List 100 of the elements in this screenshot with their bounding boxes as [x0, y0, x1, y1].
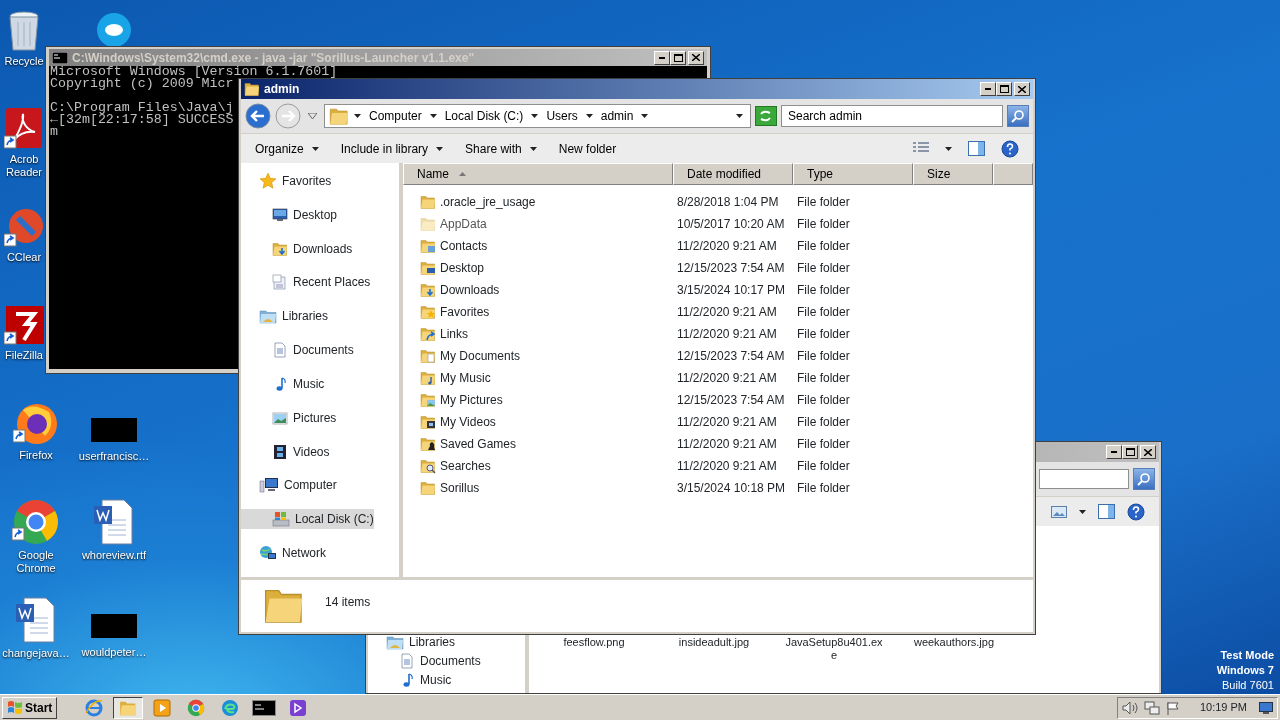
minimize-button[interactable] [1106, 445, 1122, 459]
nav-item[interactable]: Music [368, 670, 525, 689]
file-name[interactable]: feesflow.png [534, 636, 654, 693]
search-button[interactable] [1007, 105, 1029, 127]
browser-icon [187, 698, 206, 717]
minimize-button[interactable] [654, 50, 670, 65]
file-name[interactable]: JavaSetup8u401.exe [774, 636, 894, 693]
desktop-shortcut[interactable]: Google Chrome [0, 494, 72, 592]
search-field[interactable]: Search admin [781, 105, 1003, 127]
nav-item[interactable]: Favorites [241, 171, 332, 191]
table-cell-text: File folder [796, 194, 851, 211]
search-icon [1137, 472, 1151, 486]
nav-item[interactable]: Documents [368, 651, 525, 670]
document-icon [399, 652, 415, 669]
nav-item[interactable]: Desktop [241, 204, 338, 225]
desktop-shortcut[interactable]: FileZilla [4, 298, 44, 396]
breadcrumb[interactable]: Computer [366, 107, 425, 125]
nav-item[interactable]: Libraries [368, 632, 525, 651]
breadcrumb[interactable]: admin [597, 107, 637, 125]
desktop-shortcut[interactable]: userfrancisc… [76, 396, 152, 494]
nav-item[interactable]: Network [241, 543, 326, 564]
caret-icon [436, 146, 444, 151]
close-button[interactable] [1014, 82, 1030, 96]
file-name[interactable]: weekauthors.jpg [894, 636, 1014, 693]
breadcrumb[interactable]: Local Disk (C:) [441, 107, 527, 125]
desktop-shortcut[interactable]: CClear [4, 200, 44, 298]
desktop-shortcut[interactable]: Firefox [0, 396, 72, 494]
file-name-cell[interactable]: Saved Games [403, 435, 673, 453]
toolbar-button[interactable]: Organize [247, 136, 327, 161]
view-icon [1051, 505, 1067, 518]
file-name-cell[interactable]: Links [403, 325, 673, 343]
close-button[interactable] [688, 50, 704, 65]
monitor-icon [1259, 702, 1273, 715]
caret-icon [308, 113, 317, 119]
maximize-button[interactable] [1122, 445, 1138, 459]
nav-item[interactable]: Videos [241, 441, 330, 462]
caret-icon [354, 114, 361, 118]
toolbar-button[interactable]: Include in library [332, 136, 452, 161]
library-icon [386, 633, 404, 650]
file-name-cell[interactable]: AppData [403, 215, 673, 233]
breadcrumb-caret[interactable] [351, 114, 364, 118]
nav-item[interactable]: Documents [241, 340, 354, 361]
toolbar-button[interactable]: Share with [457, 136, 545, 161]
nav-item[interactable]: Local Disk (C:) [241, 509, 374, 530]
nav-item[interactable]: Libraries [241, 306, 329, 327]
address-dropdown-button[interactable] [733, 114, 746, 118]
browser-icon [85, 698, 104, 717]
minimize-button[interactable] [980, 82, 996, 96]
search-field[interactable] [1039, 469, 1129, 489]
table-cell-text: 3/15/2024 10:18 PM [676, 480, 787, 497]
nav-item[interactable]: Computer [241, 475, 337, 496]
monitor-icon [272, 206, 288, 223]
nav-item[interactable]: Downloads [241, 238, 353, 259]
recent-pages-button[interactable] [305, 113, 320, 119]
file-name-cell[interactable]: Sorillus [403, 479, 673, 497]
nav-item[interactable]: Music [241, 373, 325, 394]
file-name-cell[interactable]: My Videos [403, 413, 673, 431]
nav-item[interactable]: Recent Places [241, 272, 371, 293]
file-name-cell[interactable]: My Pictures [403, 391, 673, 409]
file-name-cell[interactable]: Searches [403, 457, 673, 475]
table-cell-text: 12/15/2023 7:54 AM [676, 392, 786, 409]
table-cell-text: File folder [796, 436, 851, 453]
desktop-shortcut[interactable]: Acrob Reader [4, 102, 44, 200]
document-icon [272, 342, 288, 359]
file-name-cell[interactable]: My Music [403, 369, 673, 387]
file-name-cell[interactable]: Favorites [403, 303, 673, 321]
start-button[interactable]: Start [2, 696, 58, 719]
column-header[interactable]: Date modified [673, 163, 793, 185]
desktop-shortcut[interactable]: whoreview.rtf [76, 494, 152, 592]
minimize-icon [659, 56, 665, 59]
refresh-button[interactable] [755, 106, 777, 126]
column-header[interactable]: Name [403, 163, 673, 185]
library-icon [259, 308, 277, 325]
maximize-button[interactable] [996, 82, 1012, 96]
flag-icon [1165, 700, 1180, 715]
file-name-cell[interactable]: My Documents [403, 347, 673, 365]
file-name[interactable]: insideadult.jpg [654, 636, 774, 693]
maximize-button[interactable] [670, 50, 686, 65]
windows-logo-icon [7, 700, 23, 715]
file-name-cell[interactable]: .oracle_jre_usage [403, 193, 673, 211]
file-name-cell[interactable]: Downloads [403, 281, 673, 299]
file-name-cell[interactable]: Contacts [403, 237, 673, 255]
nav-item[interactable]: Pictures [241, 407, 337, 428]
file-name-cell[interactable]: Desktop [403, 259, 673, 277]
table-cell-text: 3/15/2024 10:17 PM [676, 282, 787, 299]
table-cell-text: File folder [796, 260, 851, 277]
breadcrumb[interactable]: Users [543, 107, 581, 125]
column-header[interactable]: Size [913, 163, 993, 185]
desktop-shortcut[interactable]: Recycle [4, 4, 44, 102]
taskbar-button[interactable] [113, 696, 144, 719]
close-button[interactable] [1140, 445, 1156, 459]
toolbar-button[interactable]: New folder [550, 136, 625, 161]
network-icon [1143, 700, 1160, 715]
search-button[interactable] [1133, 468, 1155, 490]
caret-icon [429, 114, 437, 118]
search-icon [1011, 109, 1025, 123]
column-header[interactable]: Type [793, 163, 913, 185]
address-bar[interactable]: Computer Local Disk (C:) Users admin [324, 104, 751, 128]
back-button[interactable] [245, 103, 271, 129]
table-cell-text: File folder [796, 282, 851, 299]
